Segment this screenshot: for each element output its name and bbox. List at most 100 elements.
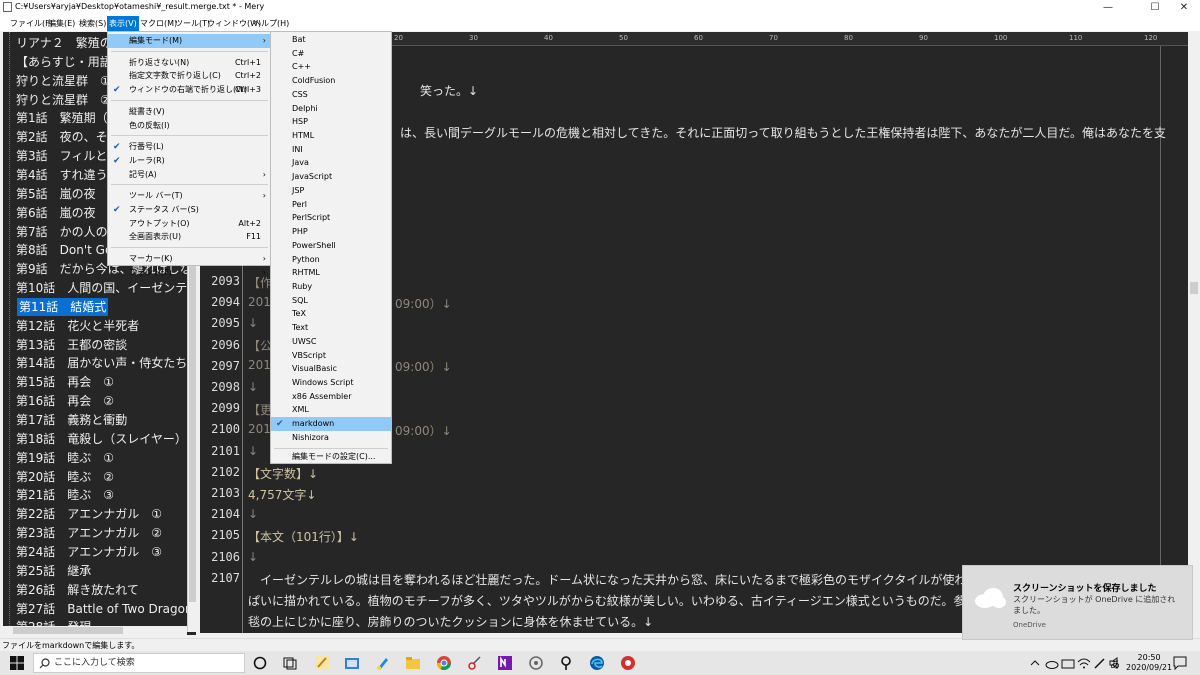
onenote-icon[interactable]: [497, 655, 513, 671]
edit-mode-item[interactable]: PowerShell: [271, 239, 391, 253]
edit-mode-item[interactable]: PHP: [271, 225, 391, 239]
scroll-thumb[interactable]: [13, 627, 123, 634]
action-center-icon[interactable]: [1172, 655, 1188, 671]
view-menu-item[interactable]: 全画面表示(U) F11: [108, 230, 271, 244]
outline-item[interactable]: 第25話 継承: [16, 562, 91, 580]
view-menu-item[interactable]: ✔ ウィンドウの右端で折り返し(W) Ctrl+3: [108, 83, 271, 97]
network-icon[interactable]: [1060, 655, 1076, 671]
system-clock[interactable]: 20:50 2020/09/21: [1126, 653, 1172, 673]
edge-icon[interactable]: [589, 655, 605, 671]
scroll-thumb[interactable]: [1190, 282, 1198, 294]
file-explorer-icon[interactable]: [405, 655, 421, 671]
view-menu-item[interactable]: ✔ ステータス バー(S): [108, 203, 271, 217]
outline-item[interactable]: 第17話 義務と衝動: [16, 411, 127, 429]
edit-mode-item[interactable]: HSP: [271, 115, 391, 129]
view-menu-item[interactable]: 色の反転(I): [108, 119, 271, 133]
edit-mode-item[interactable]: UWSC: [271, 335, 391, 349]
edit-mode-item[interactable]: Nishizora: [271, 431, 391, 445]
outline-item[interactable]: 第21話 睦ぶ ③: [16, 486, 114, 504]
menu-view[interactable]: 表示(V): [107, 16, 139, 31]
edit-mode-item[interactable]: JSP: [271, 184, 391, 198]
taskbar-search-input[interactable]: ここに入力して検索: [33, 653, 245, 673]
outline-item[interactable]: 狩りと流星群 ①: [16, 72, 111, 90]
outline-item[interactable]: 第12話 花火と半死者: [16, 317, 139, 335]
editor-vertical-scrollbar[interactable]: [1188, 32, 1200, 633]
outline-item[interactable]: 第15話 再会 ①: [16, 373, 114, 391]
outline-item[interactable]: 【あらすじ・用語: [16, 53, 112, 71]
outline-item[interactable]: 第27話 Battle of Two Dragon: [16, 600, 193, 618]
view-menu-item[interactable]: フォント(F) ›: [108, 266, 271, 280]
edit-mode-item[interactable]: XML: [271, 403, 391, 417]
menu-edit[interactable]: 編集(E): [46, 16, 77, 31]
edit-mode-item[interactable]: VisualBasic: [271, 362, 391, 376]
view-menu-item[interactable]: マーカー(K) ›: [108, 252, 271, 266]
edit-mode-item[interactable]: x86 Assembler: [271, 390, 391, 404]
view-menu-item[interactable]: 記号(A) ›: [108, 168, 271, 182]
edit-mode-item[interactable]: TeX: [271, 307, 391, 321]
outline-item[interactable]: 第11話 結婚式: [17, 297, 109, 316]
app-icon[interactable]: [3, 2, 12, 12]
snipping-tool-icon[interactable]: [467, 655, 483, 671]
edit-mode-item[interactable]: ColdFusion: [271, 74, 391, 88]
view-menu-item[interactable]: ✔ 行番号(L): [108, 140, 271, 154]
task-view-icon[interactable]: [282, 655, 298, 671]
chevron-up-icon[interactable]: [1030, 655, 1040, 671]
edit-mode-item[interactable]: Perl: [271, 198, 391, 212]
edit-mode-item[interactable]: HTML: [271, 129, 391, 143]
edit-mode-item[interactable]: INI: [271, 143, 391, 157]
mery-app-icon[interactable]: [314, 655, 330, 671]
edit-mode-item[interactable]: PerlScript: [271, 211, 391, 225]
outline-item[interactable]: 第2話 夜の、そ: [16, 128, 108, 146]
outline-item[interactable]: 第19話 睦ぶ ①: [16, 449, 114, 467]
outline-item[interactable]: 第26話 解き放たれて: [16, 581, 139, 599]
view-menu-item[interactable]: 編集モード(M) ›: [108, 34, 271, 48]
edit-mode-item[interactable]: Ruby: [271, 280, 391, 294]
edit-mode-item[interactable]: CSS: [271, 88, 391, 102]
edit-mode-item[interactable]: C#: [271, 47, 391, 61]
outline-item[interactable]: 第22話 アエンナガル ①: [16, 505, 162, 523]
app-window-icon[interactable]: [344, 655, 360, 671]
outline-item[interactable]: 第16話 再会 ②: [16, 392, 114, 410]
edit-mode-item[interactable]: Bat: [271, 33, 391, 47]
app-icon[interactable]: [528, 655, 544, 671]
red-app-icon[interactable]: [620, 655, 636, 671]
outline-item[interactable]: 第3話 フィルと: [16, 147, 107, 165]
outline-horizontal-scrollbar[interactable]: [3, 626, 187, 635]
outline-item[interactable]: 第14話 届かない声・侍女たち: [16, 354, 187, 372]
edit-mode-item[interactable]: RHTML: [271, 266, 391, 280]
outline-item[interactable]: 第7話 かの人の: [16, 223, 108, 241]
pen-icon[interactable]: [1092, 655, 1108, 671]
edit-mode-item[interactable]: ✔ markdown: [271, 417, 391, 432]
outline-item[interactable]: 第18話 竜殺し（スレイヤー）: [16, 430, 187, 448]
edit-mode-settings-item[interactable]: 編集モードの設定(C)...: [271, 450, 391, 464]
menu-help[interactable]: ヘルプ(H): [251, 16, 291, 31]
pin-app-icon[interactable]: [558, 655, 574, 671]
close-button[interactable]: ✕: [1166, 0, 1200, 15]
outline-item[interactable]: 第20話 睦ぶ ②: [16, 468, 114, 486]
edit-mode-item[interactable]: Python: [271, 253, 391, 267]
view-menu-item[interactable]: アウトプット(O) Alt+2: [108, 217, 271, 231]
ime-indicator-visible[interactable]: あ: [1110, 656, 1120, 671]
edit-mode-item[interactable]: VBScript: [271, 349, 391, 363]
edit-mode-item[interactable]: C++: [271, 60, 391, 74]
outline-item[interactable]: 第8話 Don't Go: [16, 241, 112, 259]
edit-mode-item[interactable]: Windows Script: [271, 376, 391, 390]
edit-mode-item[interactable]: Delphi: [271, 102, 391, 116]
outline-item[interactable]: 第6話 嵐の夜: [16, 204, 96, 222]
outline-item[interactable]: 第5話 嵐の夜: [16, 185, 96, 203]
paint-icon[interactable]: [375, 655, 391, 671]
outline-item[interactable]: 第4話 すれ違う: [16, 166, 108, 184]
chrome-icon[interactable]: [436, 655, 452, 671]
view-menu-item[interactable]: 折り返さない(N) Ctrl+1: [108, 56, 271, 70]
edit-mode-item[interactable]: JavaScript: [271, 170, 391, 184]
view-menu-item[interactable]: ツール バー(T) ›: [108, 189, 271, 203]
outline-item[interactable]: 第24話 アエンナガル ③: [16, 543, 162, 561]
outline-item[interactable]: 狩りと流星群 ②: [16, 91, 111, 109]
notification-toast[interactable]: スクリーンショットを保存しました スクリーンショットが OneDrive に追加…: [962, 565, 1193, 640]
menu-search[interactable]: 検索(S): [77, 16, 108, 31]
onedrive-tray-icon[interactable]: [1044, 655, 1060, 671]
view-menu-item[interactable]: ✔ ルーラ(R): [108, 154, 271, 168]
outline-item[interactable]: 第1話 繁殖期（: [16, 109, 108, 127]
view-menu-item[interactable]: 指定文字数で折り返し(C) Ctrl+2: [108, 69, 271, 83]
windows-start-icon[interactable]: [10, 656, 24, 670]
